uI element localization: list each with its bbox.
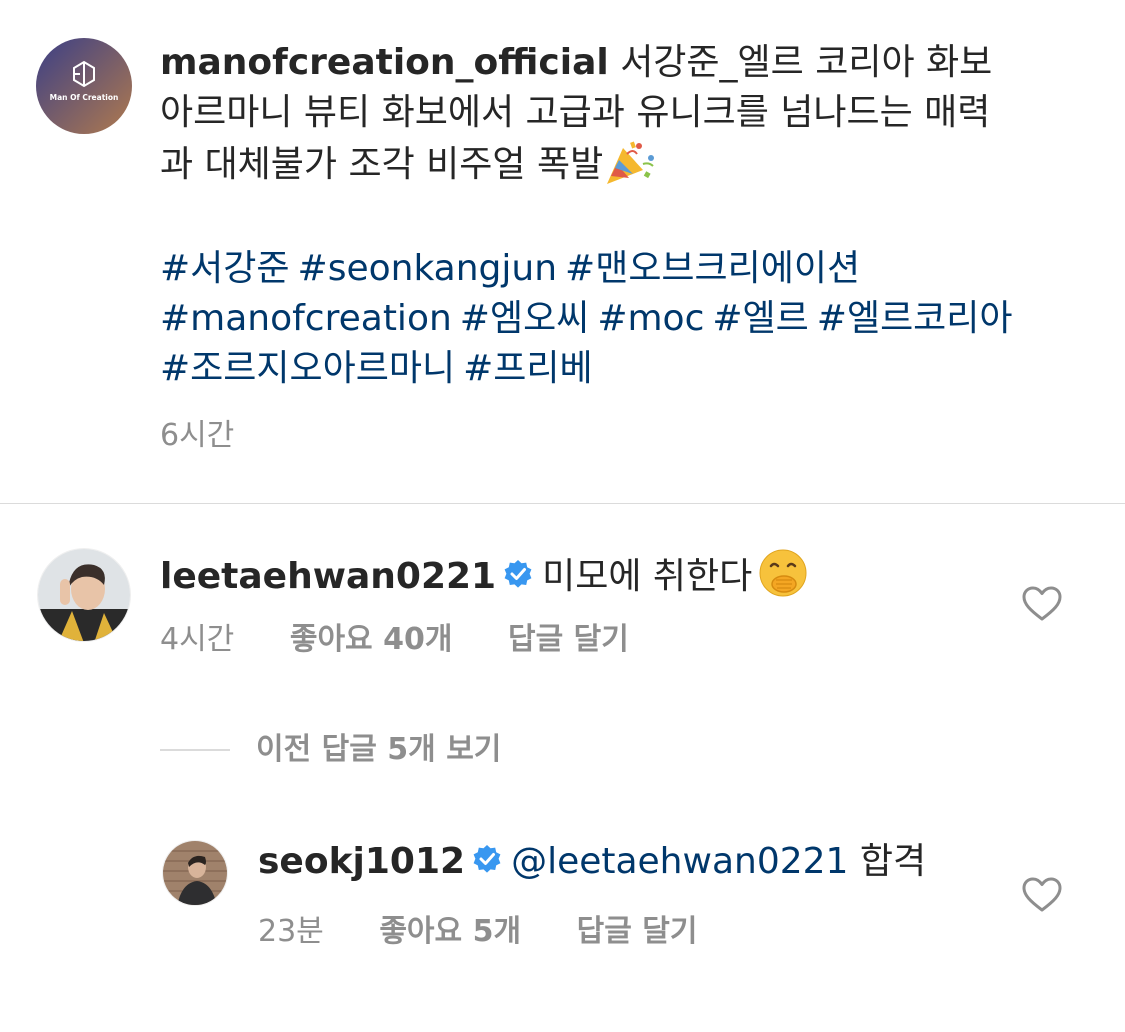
post-author-avatar[interactable]: Man Of Creation	[36, 38, 132, 134]
hashtag-link[interactable]: #맨오브크리에이션	[565, 248, 860, 289]
post-author-username[interactable]: manofcreation_official	[160, 42, 609, 83]
verified-badge-icon	[504, 560, 532, 588]
view-replies-label: 이전 답글 5개 보기	[256, 732, 502, 767]
mention-link[interactable]: @leetaehwan0221	[511, 841, 848, 882]
reply-reply-button[interactable]: 답글 달기	[577, 914, 698, 949]
hashtag-link[interactable]: #seonkangjun	[298, 248, 558, 289]
reply-likes-link[interactable]: 좋아요 5개	[379, 914, 521, 949]
profile-photo	[38, 549, 130, 641]
logo-text: Man Of Creation	[50, 93, 119, 102]
comment-meta: 4시간 좋아요 40개 답글 달기	[160, 620, 629, 660]
hashtag-link[interactable]: #조르지오아르마니	[160, 348, 455, 389]
heart-outline-icon[interactable]	[1022, 877, 1062, 913]
hashtag-link[interactable]: #프리베	[463, 348, 593, 389]
hashtag-link[interactable]: #엘르	[712, 298, 808, 339]
man-of-creation-logo: Man Of Creation	[36, 38, 132, 134]
hashtag-link[interactable]: #moc	[597, 298, 704, 339]
post-timestamp: 6시간	[160, 418, 235, 453]
comment-timestamp: 4시간	[160, 622, 235, 657]
view-previous-replies-button[interactable]: 이전 답글 5개 보기	[160, 728, 501, 772]
comment-likes-link[interactable]: 좋아요 40개	[290, 622, 453, 657]
post-caption: manofcreation_official 서강준_엘르 코리아 화보 아르마…	[160, 38, 1100, 190]
profile-photo	[163, 841, 227, 905]
hashtag-link[interactable]: #엠오씨	[460, 298, 590, 339]
party-popper-icon	[607, 141, 655, 184]
hashtag-link[interactable]: #서강준	[160, 248, 290, 289]
comment-body: leetaehwan0221 미모에 취한다	[160, 548, 808, 601]
caption-line-3: 과 대체불가 조각 비주얼 폭발	[160, 144, 604, 185]
hashtag-link[interactable]: #엘르코리아	[817, 298, 1013, 339]
reply-text: 합격	[859, 841, 927, 882]
reply-timestamp: 23분	[258, 914, 324, 949]
heart-outline-icon[interactable]	[1022, 586, 1062, 622]
face-with-hand-over-mouth-icon	[759, 549, 807, 597]
replier-username[interactable]: seokj1012	[258, 841, 465, 882]
caption-line-2: 아르마니 뷰티 화보에서 고급과 유니크를 넘나드는 매력	[160, 92, 991, 133]
comment-text: 미모에 취한다	[542, 556, 753, 597]
commenter-avatar[interactable]	[37, 548, 131, 642]
comment-reply-button[interactable]: 답글 달기	[508, 622, 629, 657]
hashtags: #서강준 #seonkangjun #맨오브크리에이션 #manofcreation…	[160, 244, 1100, 394]
divider	[0, 503, 1125, 504]
replies-dash	[160, 749, 230, 751]
reply-meta: 23분 좋아요 5개 답글 달기	[258, 912, 697, 952]
commenter-username[interactable]: leetaehwan0221	[160, 556, 496, 597]
caption-line-1: 서강준_엘르 코리아 화보	[620, 42, 993, 83]
hashtag-link[interactable]: #manofcreation	[160, 298, 452, 339]
verified-badge-icon	[473, 845, 501, 873]
reply-body: seokj1012 @leetaehwan0221 합격	[258, 838, 926, 886]
replier-avatar[interactable]	[162, 840, 228, 906]
